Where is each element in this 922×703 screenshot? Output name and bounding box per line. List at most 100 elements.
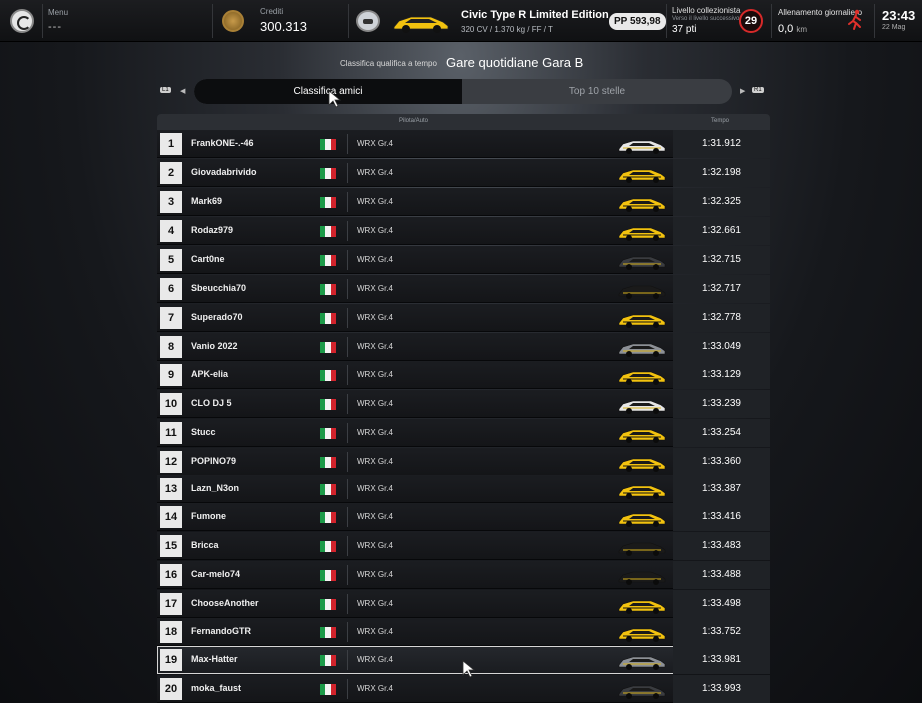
player-name: APK-elia [191, 369, 229, 379]
car-livery-icon [618, 628, 666, 642]
car-model: WRX Gr.4 [357, 168, 394, 177]
top-bar: Menu --- Crediti 300.313 Civic Type R Li… [0, 0, 922, 42]
table-row[interactable]: 14 Fumone WRX Gr.4 1:33.416 [157, 503, 770, 531]
clock-date: 22 Mag [882, 24, 906, 31]
car-livery-icon [618, 656, 666, 670]
position-badge: 2 [160, 162, 182, 184]
car-livery-icon [618, 256, 666, 270]
car-livery-icon [618, 371, 666, 385]
divider [347, 365, 348, 385]
lap-time: 1:32.715 [673, 246, 770, 274]
italy-flag-icon [320, 370, 336, 381]
pp-badge: PP 593,98 [609, 13, 666, 30]
car-livery-icon [618, 600, 666, 614]
table-row[interactable]: 1 FrankONE-.-46 WRX Gr.4 1:31.912 [157, 130, 770, 158]
menu-block[interactable]: Menu --- [48, 8, 68, 50]
divider [874, 4, 875, 38]
collector-level-badge: 29 [739, 9, 763, 33]
credits-value: 300.313 [260, 19, 307, 34]
table-row[interactable]: 13 Lazn_N3on WRX Gr.4 1:33.387 [157, 475, 770, 503]
italy-flag-icon [320, 168, 336, 179]
table-row[interactable]: 5 Cart0ne WRX Gr.4 1:32.715 [157, 246, 770, 274]
table-row[interactable]: 8 Vanio 2022 WRX Gr.4 1:33.049 [157, 333, 770, 361]
position-badge: 19 [160, 649, 182, 671]
current-car-thumbnail [393, 16, 449, 33]
table-row[interactable]: 20 moka_faust WRX Gr.4 1:33.993 [157, 675, 770, 703]
table-row[interactable]: 9 APK-elia WRX Gr.4 1:33.129 [157, 361, 770, 389]
player-name: ChooseAnother [191, 598, 259, 608]
car-livery-icon [618, 169, 666, 183]
position-badge: 4 [160, 220, 182, 242]
divider [347, 423, 348, 443]
player-name: Lazn_N3on [191, 483, 240, 493]
table-row[interactable]: 4 Rodaz979 WRX Gr.4 1:32.661 [157, 217, 770, 245]
table-row[interactable]: 11 Stucc WRX Gr.4 1:33.254 [157, 419, 770, 447]
italy-flag-icon [320, 484, 336, 495]
car-model: WRX Gr.4 [357, 684, 394, 693]
car-model: WRX Gr.4 [357, 428, 394, 437]
position-badge: 5 [160, 249, 182, 271]
gt-logo-icon[interactable] [10, 9, 34, 33]
divider [347, 308, 348, 328]
mouse-cursor-icon [328, 90, 342, 108]
car-livery-icon [618, 343, 666, 357]
lap-time: 1:33.416 [673, 503, 770, 531]
position-badge: 12 [160, 451, 182, 473]
position-badge: 7 [160, 307, 182, 329]
divider [212, 4, 213, 38]
table-header: Pilota/Auto Tempo [157, 114, 770, 130]
position-badge: 14 [160, 506, 182, 528]
italy-flag-icon [320, 399, 336, 410]
lap-time: 1:32.717 [673, 275, 770, 303]
training-value: 0,0 [778, 23, 794, 35]
lap-time: 1:33.483 [673, 532, 770, 560]
car-livery-icon [618, 140, 666, 154]
table-row[interactable]: 10 CLO DJ 5 WRX Gr.4 1:33.239 [157, 390, 770, 418]
lap-time: 1:31.912 [673, 130, 770, 158]
clock-block: 23:43 22 Mag [882, 8, 915, 50]
position-badge: 1 [160, 133, 182, 155]
column-header-time: Tempo [711, 118, 730, 124]
italy-flag-icon [320, 541, 336, 552]
car-livery-icon [618, 685, 666, 699]
tab-top10-stars[interactable]: Top 10 stelle [462, 79, 732, 104]
table-row[interactable]: 7 Superado70 WRX Gr.4 1:32.778 [157, 304, 770, 332]
car-model: WRX Gr.4 [357, 627, 394, 636]
position-badge: 18 [160, 621, 182, 643]
table-row[interactable]: 12 POPINO79 WRX Gr.4 1:33.360 [157, 448, 770, 476]
car-model: WRX Gr.4 [357, 512, 394, 521]
table-row[interactable]: 15 Bricca WRX Gr.4 1:33.483 [157, 532, 770, 560]
lap-time: 1:33.129 [673, 361, 770, 389]
divider [347, 337, 348, 357]
lap-time: 1:33.752 [673, 618, 770, 646]
italy-flag-icon [320, 313, 336, 324]
player-name: Vanio 2022 [191, 341, 238, 351]
table-row[interactable]: 2 Giovadabrivido WRX Gr.4 1:32.198 [157, 159, 770, 187]
table-row[interactable]: 17 ChooseAnother WRX Gr.4 1:33.498 [157, 590, 770, 618]
player-name: Rodaz979 [191, 225, 234, 235]
car-livery-icon [618, 458, 666, 472]
garage-icon[interactable] [356, 10, 380, 32]
car-model: WRX Gr.4 [357, 342, 394, 351]
car-model: WRX Gr.4 [357, 541, 394, 550]
current-car-block[interactable]: Civic Type R Limited Edition ... 320 CV … [461, 9, 621, 51]
car-model: WRX Gr.4 [357, 284, 394, 293]
table-row[interactable]: 3 Mark69 WRX Gr.4 1:32.325 [157, 188, 770, 216]
divider [347, 594, 348, 614]
collector-level-block: Livello collezionista Verso il livello s… [672, 6, 740, 48]
lap-time: 1:32.325 [673, 188, 770, 216]
table-row[interactable]: 6 Sbeucchia70 WRX Gr.4 1:32.717 [157, 275, 770, 303]
leaderboard-subtitle: Classifica qualifica a tempo [340, 59, 437, 68]
player-name: FernandoGTR [191, 626, 251, 636]
divider [347, 565, 348, 585]
mouse-cursor-icon [462, 660, 476, 678]
divider [347, 650, 348, 670]
table-row[interactable]: 16 Car-melo74 WRX Gr.4 1:33.488 [157, 561, 770, 589]
player-name: moka_faust [191, 683, 242, 693]
divider [347, 507, 348, 527]
car-model: WRX Gr.4 [357, 484, 394, 493]
italy-flag-icon [320, 342, 336, 353]
player-name: Stucc [191, 427, 216, 437]
italy-flag-icon [320, 684, 336, 695]
table-row[interactable]: 18 FernandoGTR WRX Gr.4 1:33.752 [157, 618, 770, 646]
